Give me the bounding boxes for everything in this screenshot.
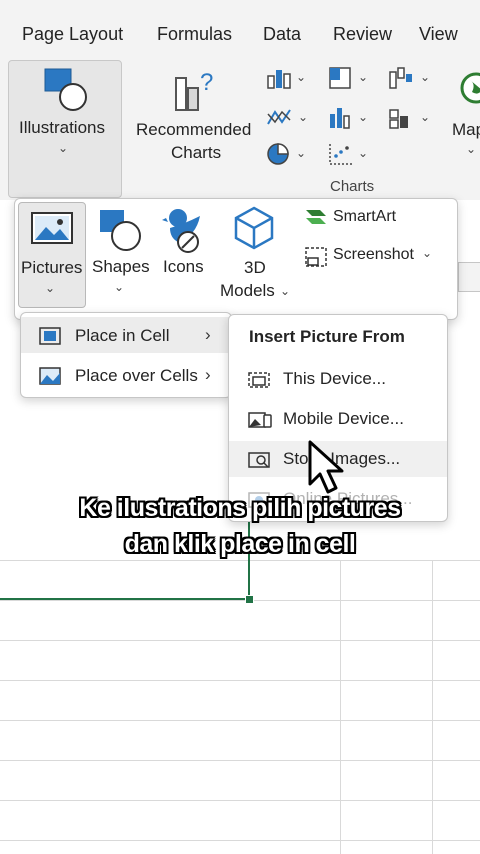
maps-label: Map [452, 120, 480, 139]
recommended-charts-label-2: Charts [171, 143, 222, 162]
cube-icon [234, 206, 274, 250]
menu-item-label: This Device... [283, 369, 386, 388]
line-chart-button[interactable]: ⌄ [266, 106, 308, 135]
stock-images-icon [248, 452, 270, 468]
waterfall-chart-button[interactable]: ⌄ [388, 66, 430, 95]
ribbon-tab-bar: Page Layout Formulas Data Review View [0, 0, 480, 58]
chevron-down-icon: ⌄ [466, 142, 477, 156]
mobile-device-icon [248, 412, 272, 428]
chevron-down-icon: ⌄ [422, 246, 433, 260]
row-divider [0, 800, 480, 801]
pictures-menu: Place in Cell › Place over Cells › [20, 312, 232, 398]
pictures-label: Pictures [21, 258, 83, 277]
scatter-chart-button[interactable]: ⌄ [328, 142, 368, 171]
maps-button[interactable]: Map ⌄ [450, 62, 480, 172]
tab-page-layout[interactable]: Page Layout [22, 24, 123, 45]
smartart-label: SmartArt [333, 208, 397, 225]
chevron-down-icon: ⌄ [58, 141, 69, 155]
line-chart-icon [267, 109, 291, 125]
row-divider [0, 640, 480, 641]
scatter-chart-icon [329, 144, 352, 165]
formula-bar-edge [458, 262, 480, 292]
column-chart-icon [267, 70, 291, 89]
place-over-cells-icon [39, 367, 61, 385]
column-divider [432, 560, 433, 854]
waterfall-chart-icon [389, 67, 412, 89]
menu-item-place-over-cells[interactable]: Place over Cells › [21, 357, 231, 393]
3d-models-label-1: 3D [244, 258, 266, 277]
illustrations-label: Illustrations [19, 118, 105, 137]
menu-item-label: Place in Cell [75, 326, 170, 345]
tab-formulas[interactable]: Formulas [157, 24, 232, 45]
this-device-icon [248, 372, 270, 388]
menu-item-label: Place over Cells [75, 366, 198, 385]
menu-title: Insert Picture From [249, 327, 405, 346]
chevron-right-icon: › [205, 325, 211, 344]
picture-icon [31, 212, 73, 244]
combo-chart-icon [389, 109, 408, 129]
mouse-pointer-icon [308, 440, 344, 494]
hierarchy-chart-icon [329, 67, 351, 89]
chevron-down-icon: ⌄ [45, 281, 56, 295]
caption-line-1: Ke ilustrations pilih pictures [79, 494, 401, 522]
illustrations-icon [44, 68, 87, 111]
fill-handle[interactable] [245, 595, 254, 604]
chevron-down-icon: ⌄ [280, 284, 291, 298]
selected-cell-border [0, 598, 250, 600]
menu-item-place-in-cell[interactable]: Place in Cell › [21, 317, 231, 353]
combo-chart-button[interactable]: ⌄ [388, 106, 430, 135]
chevron-right-icon: › [205, 365, 211, 384]
row-divider [0, 720, 480, 721]
tab-view[interactable]: View [419, 24, 458, 45]
charts-group-label: Charts [330, 178, 375, 195]
screenshot-button[interactable]: Screenshot ⌄ [304, 244, 444, 270]
statistic-chart-button[interactable]: ⌄ [328, 106, 368, 135]
column-chart-button[interactable]: ⌄ [266, 66, 306, 95]
screenshot-label: Screenshot [333, 246, 414, 263]
icons-button[interactable]: Icons [158, 204, 212, 284]
menu-item-mobile-device[interactable]: Mobile Device... [229, 401, 447, 437]
pictures-button[interactable]: Pictures ⌄ [18, 202, 86, 308]
menu-item-label: Mobile Device... [283, 409, 404, 428]
row-divider [0, 760, 480, 761]
3d-models-button[interactable]: 3D Models ⌄ [216, 204, 296, 304]
hierarchy-chart-button[interactable]: ⌄ [328, 66, 368, 95]
recommended-charts-label-1: Recommended [136, 120, 252, 139]
smartart-icon [306, 210, 326, 224]
recommended-charts-button[interactable]: ? Recommended Charts [130, 62, 260, 182]
row-divider [0, 560, 480, 561]
statistic-chart-icon [330, 108, 350, 129]
smartart-button[interactable]: SmartArt [304, 206, 414, 230]
recommended-charts-icon: ? [175, 69, 213, 111]
chevron-down-icon: ⌄ [114, 280, 125, 294]
row-divider [0, 680, 480, 681]
globe-icon [460, 72, 480, 104]
bird-icon [162, 209, 200, 253]
icons-label: Icons [163, 257, 204, 276]
pie-chart-button[interactable]: ⌄ [266, 142, 306, 171]
column-divider [340, 560, 341, 854]
3d-models-label-2: Models [220, 281, 275, 300]
svg-text:?: ? [200, 69, 213, 96]
row-divider [0, 840, 480, 841]
screenshot-icon [305, 247, 327, 267]
illustrations-button[interactable]: Illustrations ⌄ [8, 60, 122, 198]
shapes-icon [100, 210, 141, 251]
shapes-label: Shapes [92, 257, 150, 276]
tab-review[interactable]: Review [333, 24, 392, 45]
row-divider [0, 600, 480, 601]
caption-line-2: dan klik place in cell [124, 530, 356, 558]
place-in-cell-icon [39, 327, 61, 345]
menu-item-this-device[interactable]: This Device... [229, 361, 447, 397]
shapes-button[interactable]: Shapes ⌄ [90, 204, 152, 304]
tab-data[interactable]: Data [263, 24, 301, 45]
pie-chart-icon [267, 143, 289, 165]
